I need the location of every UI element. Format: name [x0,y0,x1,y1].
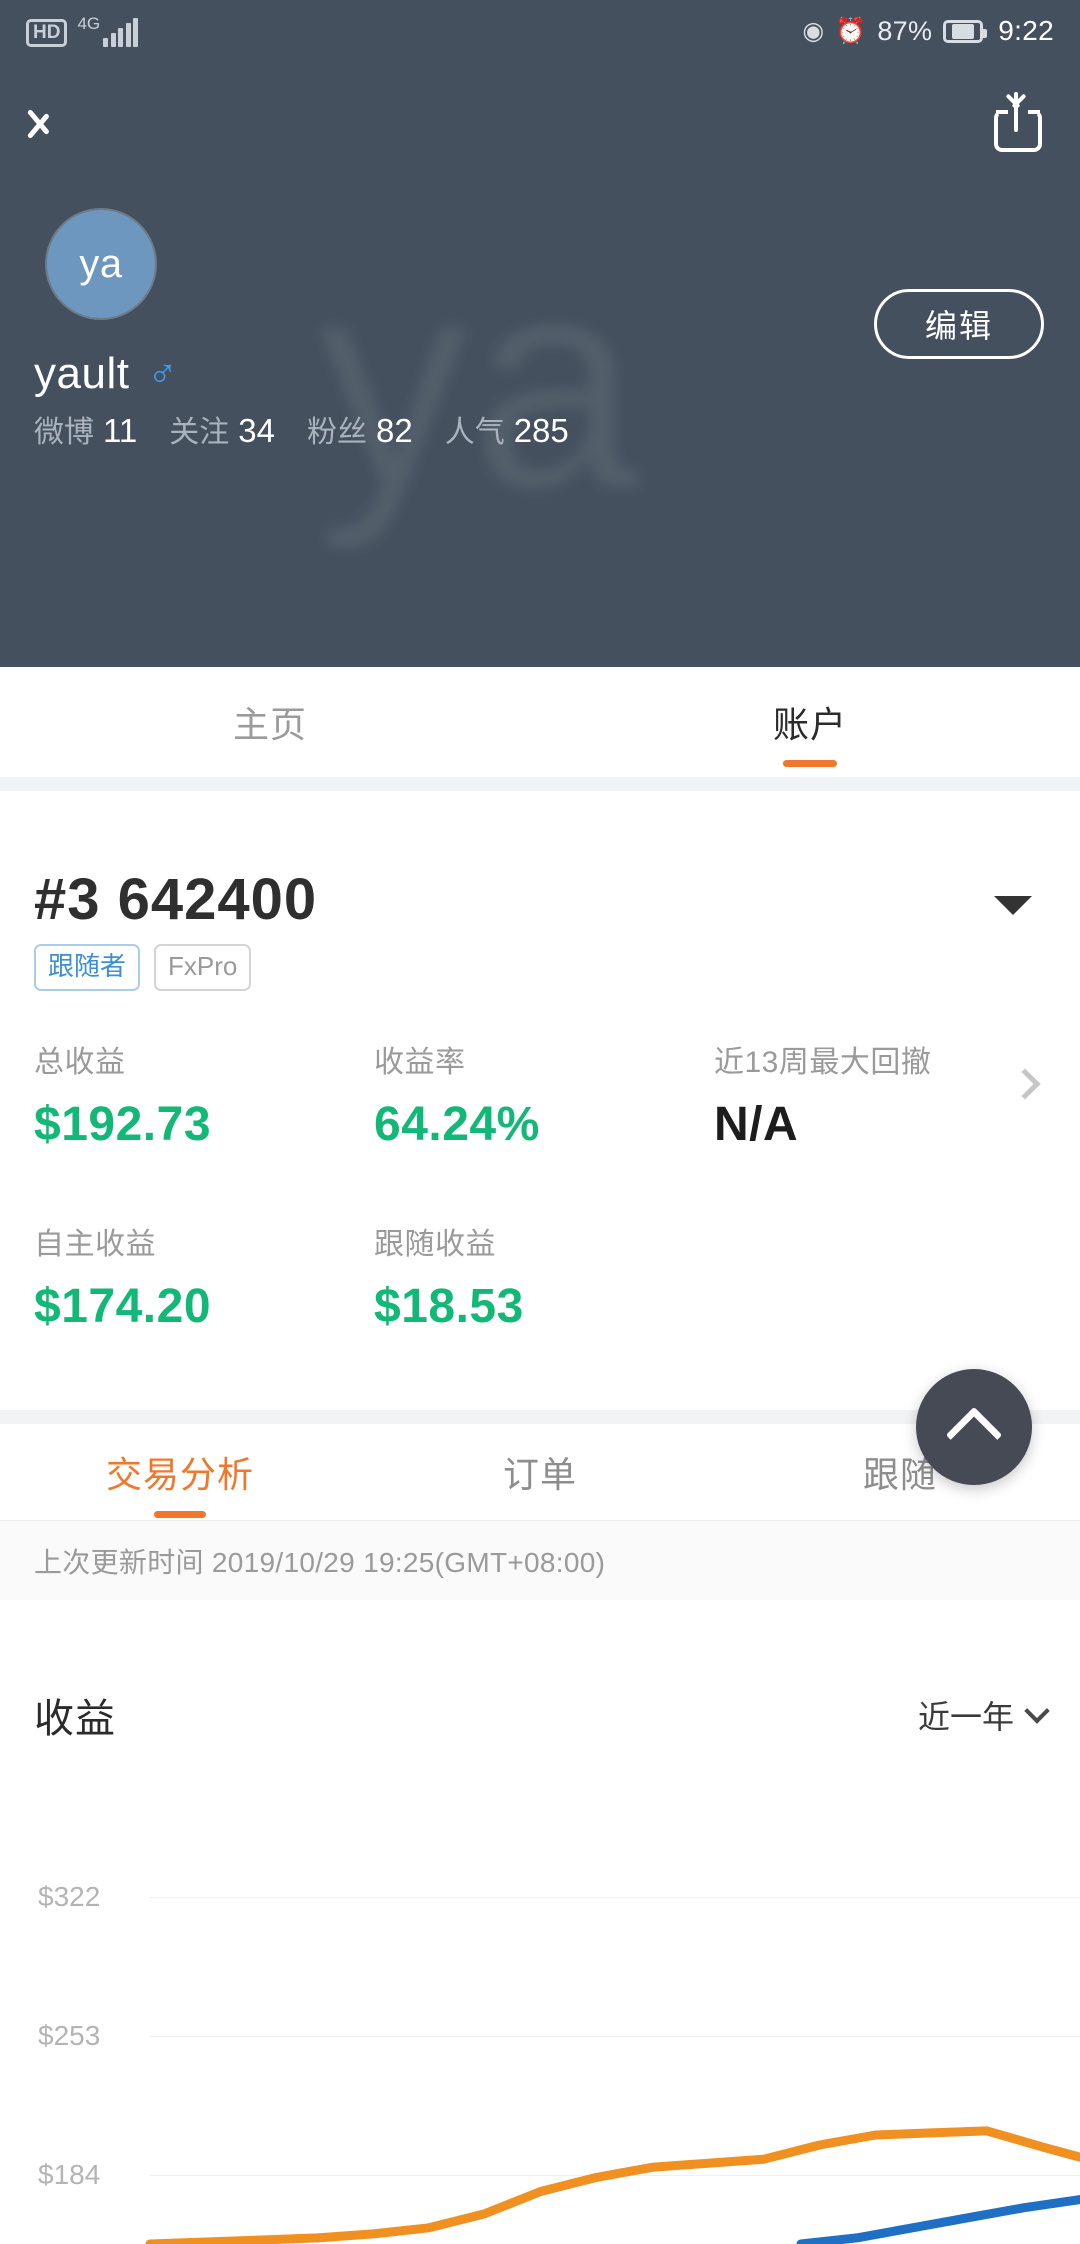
chart-plot-area: $322 $253 $184 [0,1828,1080,2244]
chart-title: 收益 [34,1697,116,1741]
app-screen: HD 4G ◉ ⏰ 87% 9:22 ya ya yault ♂ 微博 11 关… [0,0,1080,2244]
chart-header: 收益 近一年 [0,1686,1080,1744]
caret-down-icon[interactable] [994,896,1032,915]
scroll-to-top-button[interactable] [916,1369,1032,1485]
share-icon[interactable] [992,92,1044,152]
top-tab-bar: 主页 账户 [0,667,1080,777]
stat-value: 82 [375,412,413,449]
tab-account[interactable]: 账户 [540,667,1080,777]
subtab-label: 订单 [502,1454,577,1495]
metric-label: 近13周最大回撤 [714,1046,932,1079]
profile-watermark: ya [318,214,643,550]
metrics-row-secondary: 自主收益 $174.20 跟随收益 $18.53 [0,1219,1080,1334]
badge-broker: FxPro [154,944,252,991]
edit-profile-button[interactable]: 编辑 [874,289,1044,359]
username-row: yault ♂ [34,349,177,399]
hd-icon: HD [26,19,68,47]
network-type-label: 4G [77,14,101,33]
stat-label: 粉丝 [306,416,367,449]
alarm-icon: ⏰ [835,16,867,45]
status-bar-right: ◉ ⏰ 87% 9:22 [802,15,1054,47]
last-updated-label: 上次更新时间 2019/10/29 19:25(GMT+08:00) [34,1546,606,1578]
profile-stats: 微博 11 关注 34 粉丝 82 人气 285 [34,407,601,451]
tab-label: 账户 [772,704,847,745]
stat-value: 11 [103,412,138,449]
profit-chart-card: 收益 近一年 $322 $253 $184 [0,1600,1080,2244]
metric-self-profit: 自主收益 $174.20 [0,1219,340,1334]
clock-label: 9:22 [998,15,1054,46]
section-divider [0,777,1080,791]
metric-value: N/A [714,1098,799,1151]
stat-label: 人气 [444,416,505,449]
metric-value: $192.73 [34,1098,212,1151]
metric-label: 收益率 [374,1046,466,1079]
metric-label: 总收益 [34,1046,126,1079]
metric-value: 64.24% [374,1098,540,1151]
chevron-up-icon [945,1406,1003,1464]
profile-header: ya ya yault ♂ 微博 11 关注 34 粉丝 82 人气 285 编… [0,62,1080,667]
stat-value: 285 [513,412,569,449]
network-indicator: 4G [77,14,139,47]
stat-label: 关注 [169,416,230,449]
metric-follow-profit: 跟随收益 $18.53 [340,1219,680,1334]
profit-line-chart [145,2126,1080,2244]
tab-underline [783,760,837,767]
metric-total-profit: 总收益 $192.73 [0,1037,340,1152]
metrics-row-primary: 总收益 $192.73 收益率 64.24% 近13周最大回撤 N/A [0,1037,1080,1152]
chevron-down-icon [1024,1698,1050,1724]
stat-weibo[interactable]: 微博 11 [34,407,137,451]
metric-label: 自主收益 [34,1228,156,1261]
nav-bar [0,62,1080,182]
tab-trade-analysis[interactable]: 交易分析 [0,1424,360,1520]
stat-followers[interactable]: 粉丝 82 [307,407,413,451]
metric-value: $18.53 [374,1280,524,1333]
account-summary-card: #3 642400 跟随者 FxPro 总收益 $192.73 收益率 64.2… [0,791,1080,1410]
account-badges: 跟随者 FxPro [34,944,252,991]
metric-profit-rate: 收益率 64.24% [340,1037,680,1152]
avatar[interactable]: ya [45,208,157,320]
account-number-label: #3 642400 [34,867,318,932]
chart-range-selector[interactable]: 近一年 [917,1692,1050,1738]
battery-icon [943,19,988,43]
eye-icon: ◉ [802,16,825,45]
stat-following[interactable]: 关注 34 [169,407,275,451]
gender-male-icon: ♂ [147,352,178,396]
tab-orders[interactable]: 订单 [360,1424,720,1520]
subtab-label: 交易分析 [105,1454,254,1495]
metric-value: $174.20 [34,1280,212,1333]
status-bar: HD 4G ◉ ⏰ 87% 9:22 [0,0,1080,62]
username-label: yault [34,349,130,398]
battery-percent-label: 87% [877,15,933,46]
status-bar-left: HD 4G [26,14,139,47]
stat-label: 微博 [34,416,94,449]
last-updated-bar: 上次更新时间 2019/10/29 19:25(GMT+08:00) [0,1520,1080,1600]
stat-value: 34 [238,412,275,449]
metric-label: 跟随收益 [374,1228,496,1261]
tab-label: 主页 [232,704,307,745]
metric-max-drawdown: 近13周最大回撤 N/A [680,1037,1020,1152]
signal-bars-icon [103,17,139,47]
back-chevron-icon[interactable] [36,91,80,153]
stat-popularity[interactable]: 人气 285 [445,407,569,451]
subtab-underline [154,1511,206,1518]
chart-range-label: 近一年 [917,1699,1014,1735]
tab-home[interactable]: 主页 [0,667,540,777]
badge-follower: 跟随者 [34,944,141,991]
